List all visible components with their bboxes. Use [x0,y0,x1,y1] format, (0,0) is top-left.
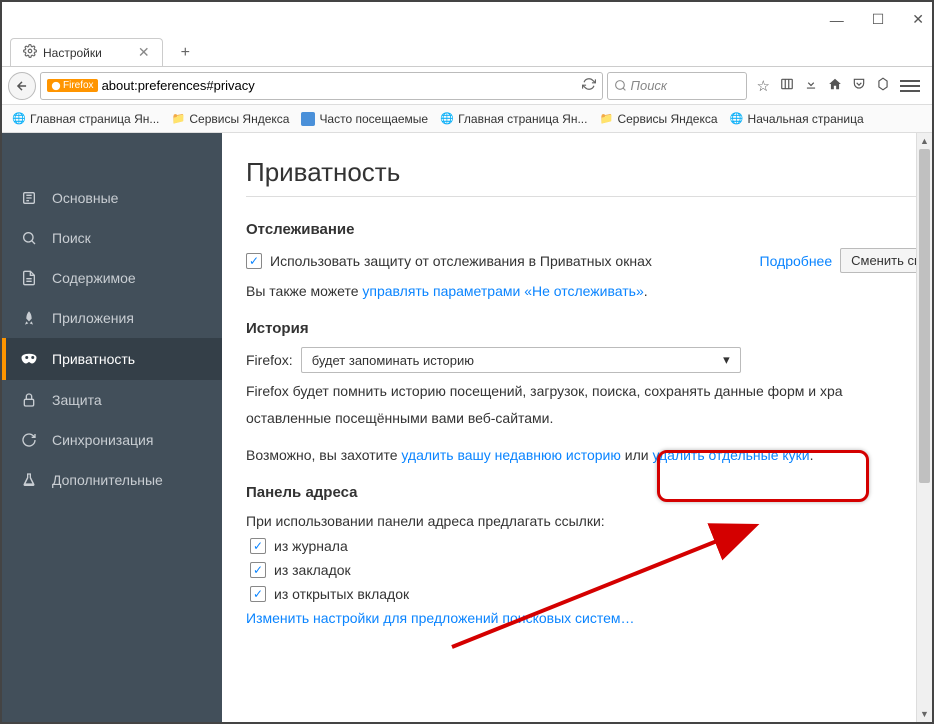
sidebar-item-advanced[interactable]: Дополнительные [2,460,222,500]
scroll-track[interactable] [917,149,932,706]
sidebar-item-label: Защита [52,392,102,408]
sidebar-item-content[interactable]: Содержимое [2,258,222,298]
tab-bar: Настройки ✕ + [2,37,932,67]
bookmark-item[interactable]: 🌐Главная страница Ян... [8,110,163,128]
history-mode-select[interactable]: будет запоминать историю ▾ [301,347,741,373]
vertical-scrollbar[interactable]: ▲ ▼ [916,133,932,722]
suggest-opentabs-label: из открытых вкладок [274,586,409,602]
sidebar-item-label: Дополнительные [52,472,163,488]
sidebar-item-sync[interactable]: Синхронизация [2,420,222,460]
bookmark-star-icon[interactable]: ☆ [757,77,770,95]
sidebar-item-security[interactable]: Защита [2,380,222,420]
search-icon [20,230,38,246]
dnt-manage-link[interactable]: управлять параметрами «Не отслеживать» [362,283,643,299]
tab-label: Настройки [43,46,102,60]
back-button[interactable] [8,72,36,100]
tracking-also-text: Вы также можете [246,283,362,299]
sidebar-item-label: Основные [52,190,118,206]
new-tab-button[interactable]: + [173,40,198,66]
globe-icon: 🌐 [730,112,744,126]
mask-icon [20,350,38,368]
history-heading: История [246,320,932,337]
page-title: Приватность [246,157,932,188]
history-desc-2: оставленные посещёнными вами веб-сайтами… [246,408,932,429]
divider [246,196,920,197]
window-titlebar: — ☐ ✕ [2,2,932,37]
pocket-icon[interactable] [852,77,866,95]
bookmark-item[interactable]: 🌐Главная страница Ян... [436,110,591,128]
content-icon [20,270,38,286]
sidebar-item-label: Приватность [52,351,135,367]
bookmark-item[interactable]: 📁Сервисы Яндекса [167,110,293,128]
chevron-down-icon: ▾ [723,352,730,368]
sidebar-item-label: Синхронизация [52,432,153,448]
sidebar-item-label: Содержимое [52,270,136,286]
clear-history-link[interactable]: удалить вашу недавнюю историю [401,447,620,463]
sidebar-item-label: Поиск [52,230,91,246]
rocket-icon [20,310,38,326]
sync-icon [20,432,38,448]
url-text: about:preferences#privacy [102,78,255,93]
search-suggestions-settings-link[interactable]: Изменить настройки для предложений поиск… [246,610,635,626]
gear-icon [23,44,37,61]
nav-toolbar: Firefox about:preferences#privacy Поиск … [2,67,932,105]
bookmark-item[interactable]: Часто посещаемые [297,110,432,128]
addressbar-desc: При использовании панели адреса предлага… [246,511,932,532]
refresh-button[interactable] [582,77,596,94]
url-bar[interactable]: Firefox about:preferences#privacy [40,72,603,100]
sidebar-item-privacy[interactable]: Приватность [2,338,222,380]
downloads-icon[interactable] [804,77,818,95]
select-value: будет запоминать историю [312,353,474,368]
settings-main-panel: Приватность Отслеживание ✓ Использовать … [222,133,932,722]
home-icon[interactable] [828,77,842,95]
search-bar[interactable]: Поиск [607,72,747,100]
suggest-history-checkbox[interactable]: ✓ [250,538,266,554]
app-icon [301,112,315,126]
sidebar-item-applications[interactable]: Приложения [2,298,222,338]
lock-icon [20,392,38,408]
tab-settings[interactable]: Настройки ✕ [10,38,163,66]
tracking-heading: Отслеживание [246,221,932,238]
addons-icon[interactable] [876,77,890,95]
suggest-bookmarks-label: из закладок [274,562,351,578]
sidebar-item-general[interactable]: Основные [2,178,222,218]
firefox-label: Firefox: [246,352,293,368]
suggest-bookmarks-checkbox[interactable]: ✓ [250,562,266,578]
folder-icon: 📁 [599,112,613,126]
library-icon[interactable] [780,77,794,95]
window-maximize-button[interactable]: ☐ [872,11,885,28]
history-desc-1: Firefox будет помнить историю посещений,… [246,381,932,402]
bookmark-item[interactable]: 🌐Начальная страница [726,110,868,128]
window-close-button[interactable]: ✕ [912,11,924,28]
sidebar-item-label: Приложения [52,310,134,326]
window-minimize-button[interactable]: — [830,12,844,28]
scroll-up-arrow[interactable]: ▲ [917,133,932,149]
flask-icon [20,472,38,488]
scroll-thumb[interactable] [919,149,930,483]
globe-icon: 🌐 [12,112,26,126]
tracking-learn-more-link[interactable]: Подробнее [760,253,833,269]
history-maybe-text: Возможно, вы захотите [246,447,401,463]
menu-button[interactable] [900,80,920,92]
suggest-opentabs-checkbox[interactable]: ✓ [250,586,266,602]
bookmarks-toolbar: 🌐Главная страница Ян... 📁Сервисы Яндекса… [2,105,932,133]
search-icon [614,79,627,92]
globe-icon: 🌐 [440,112,454,126]
firefox-badge: Firefox [47,79,98,92]
search-placeholder: Поиск [631,78,668,93]
tracking-protection-checkbox[interactable]: ✓ [246,253,262,269]
suggest-history-label: из журнала [274,538,348,554]
clear-cookies-link[interactable]: удалить отдельные куки [652,447,809,463]
settings-sidebar: Основные Поиск Содержимое Приложения При… [2,133,222,722]
bookmark-item[interactable]: 📁Сервисы Яндекса [595,110,721,128]
sidebar-item-search[interactable]: Поиск [2,218,222,258]
folder-icon: 📁 [171,112,185,126]
addressbar-heading: Панель адреса [246,484,932,501]
general-icon [20,190,38,206]
tab-close-button[interactable]: ✕ [138,44,150,61]
scroll-down-arrow[interactable]: ▼ [917,706,932,722]
tracking-checkbox-label: Использовать защиту от отслеживания в Пр… [270,253,652,269]
